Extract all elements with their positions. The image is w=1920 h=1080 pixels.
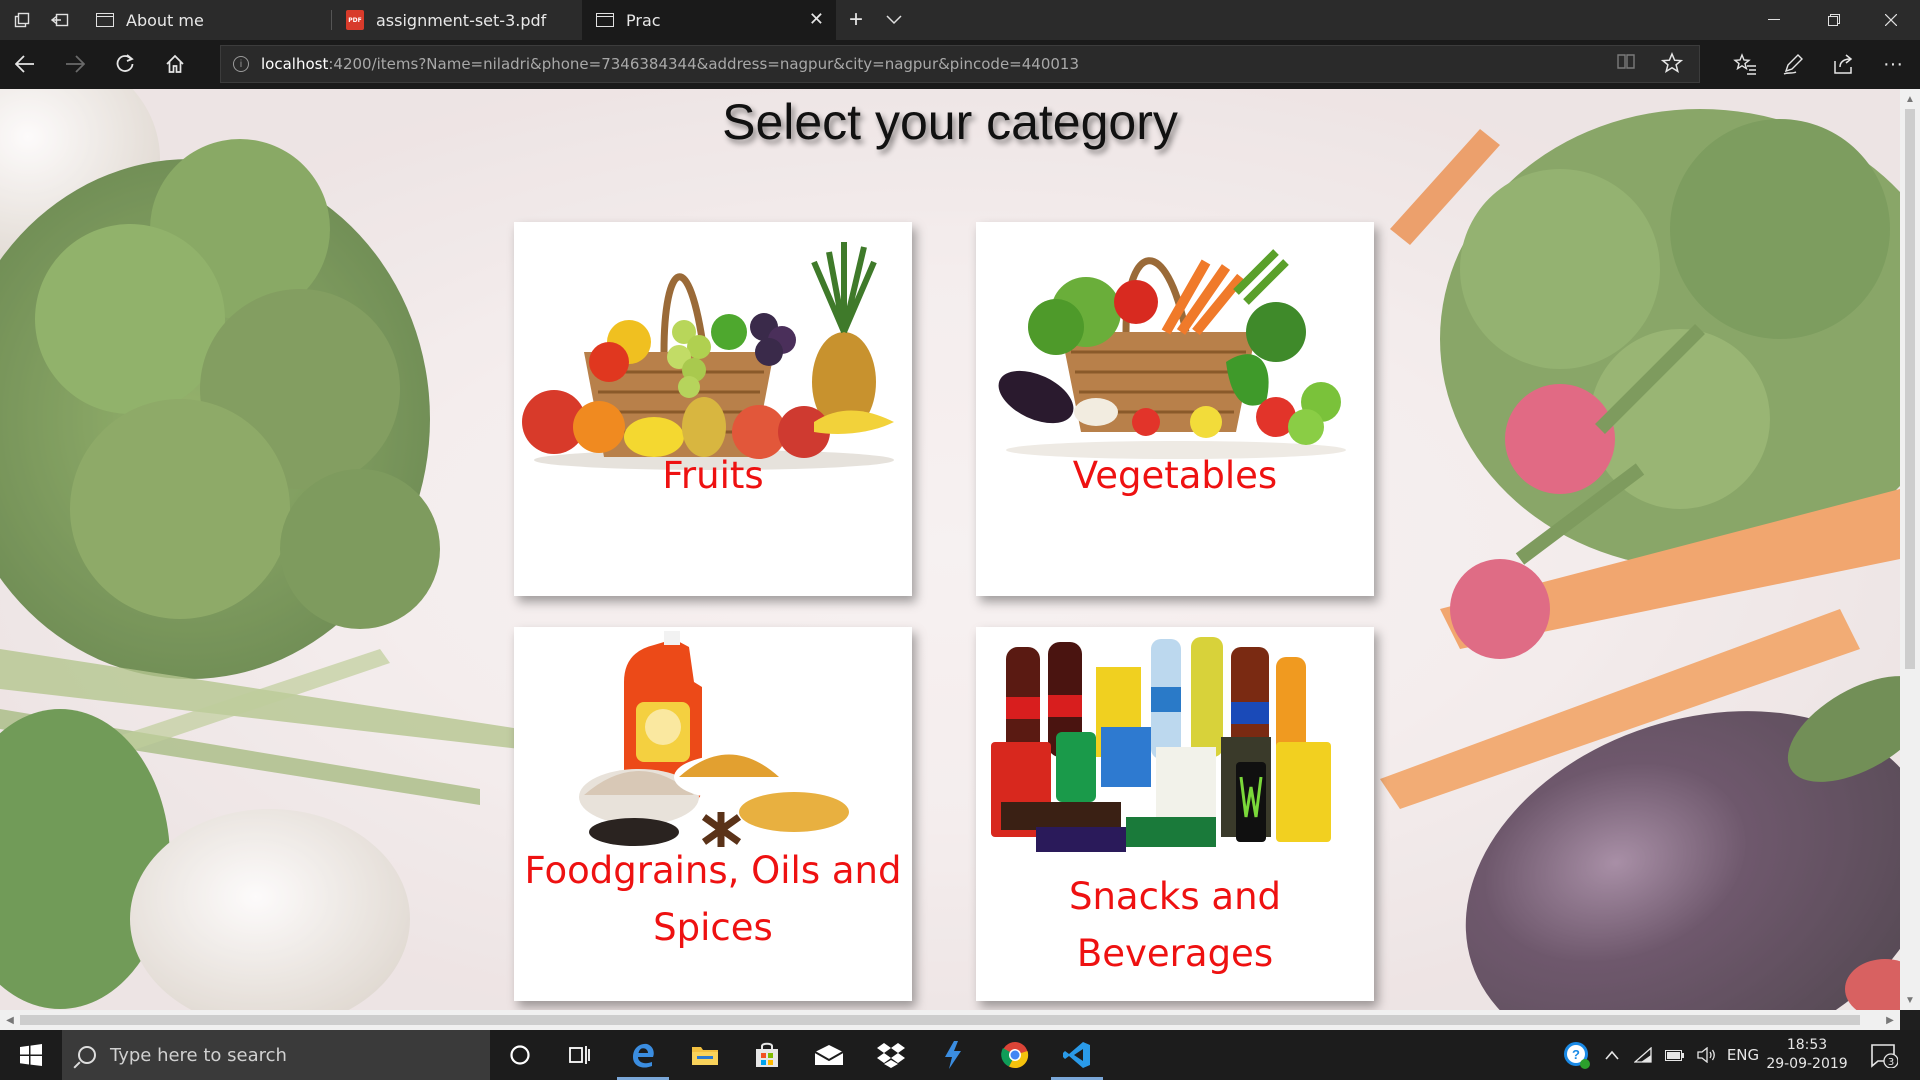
page-viewport: Select your category Fruits Vegetables F… xyxy=(0,89,1900,1010)
pdf-icon: PDF xyxy=(346,10,364,30)
category-label[interactable]: Fruits xyxy=(514,447,912,504)
volume-icon[interactable] xyxy=(1692,1030,1722,1080)
search-placeholder: Type here to search xyxy=(110,1044,287,1066)
category-card-foodgrains[interactable]: Foodgrains, Oils and Spices xyxy=(514,627,912,1001)
back-button[interactable] xyxy=(4,44,46,84)
action-center-icon[interactable]: 3 xyxy=(1864,1030,1904,1080)
browser-tab-bar: About me PDF assignment-set-3.pdf Prac ✕… xyxy=(0,0,1920,40)
task-view-icon[interactable] xyxy=(550,1030,610,1080)
scrollbar-thumb[interactable] xyxy=(1905,109,1915,669)
page-title: Select your category xyxy=(722,94,1178,150)
cortana-icon[interactable] xyxy=(490,1030,550,1080)
svg-text:?: ? xyxy=(1572,1047,1580,1062)
page-icon xyxy=(596,13,614,27)
scrollbar-thumb[interactable] xyxy=(20,1015,1860,1025)
language-indicator[interactable]: ENG xyxy=(1722,1030,1764,1080)
forward-button[interactable] xyxy=(54,44,96,84)
tab-preview-icon[interactable] xyxy=(2,0,42,40)
category-label[interactable]: Foodgrains, Oils and Spices xyxy=(514,842,912,956)
tab-about-me[interactable]: About me xyxy=(82,0,330,40)
clock-time: 18:53 xyxy=(1786,1037,1828,1053)
tab-prac[interactable]: Prac ✕ xyxy=(582,0,836,40)
visual-studio-bolt-icon[interactable] xyxy=(923,1030,983,1080)
notification-count: 3 xyxy=(1888,1057,1894,1068)
tab-title: Prac xyxy=(626,10,661,30)
taskbar-clock[interactable]: 18:53 29-09-2019 xyxy=(1762,1036,1852,1074)
url-text[interactable]: localhost:4200/items?Name=niladri&phone=… xyxy=(261,55,1079,73)
url-host: localhost xyxy=(261,55,329,73)
foodgrains-oil-image xyxy=(579,631,849,847)
category-card-vegetables[interactable]: Vegetables xyxy=(976,222,1374,596)
restore-icon[interactable] xyxy=(1805,0,1863,40)
pen-notes-icon[interactable] xyxy=(1772,44,1814,84)
scroll-left-icon[interactable]: ◀ xyxy=(0,1010,20,1030)
search-icon xyxy=(78,1046,96,1064)
vegetables-background-image xyxy=(0,89,1900,1010)
category-label[interactable]: Snacks and Beverages xyxy=(976,868,1374,982)
file-explorer-icon[interactable] xyxy=(675,1030,735,1080)
start-button[interactable] xyxy=(0,1030,62,1080)
favorite-star-icon[interactable] xyxy=(1660,52,1684,80)
favorites-list-icon[interactable] xyxy=(1724,44,1766,84)
show-hidden-icons-chevron-icon[interactable] xyxy=(1598,1030,1626,1080)
help-icon[interactable]: ? xyxy=(1557,1030,1597,1080)
close-window-icon[interactable] xyxy=(1862,0,1920,40)
set-aside-tabs-icon[interactable] xyxy=(40,0,80,40)
chevron-down-icon[interactable] xyxy=(874,0,914,40)
taskbar-search-box[interactable]: Type here to search xyxy=(62,1030,490,1080)
refresh-button[interactable] xyxy=(104,44,146,84)
tab-title: assignment-set-3.pdf xyxy=(376,10,547,30)
edge-browser-icon[interactable] xyxy=(613,1030,673,1080)
scroll-down-icon[interactable]: ▼ xyxy=(1900,990,1920,1010)
snacks-beverages-image xyxy=(991,637,1331,852)
browser-toolbar: i localhost:4200/items?Name=niladri&phon… xyxy=(0,40,1920,89)
new-tab-icon[interactable]: + xyxy=(836,0,876,40)
close-tab-icon[interactable]: ✕ xyxy=(809,9,824,30)
tab-title: About me xyxy=(126,10,204,30)
vertical-scrollbar[interactable]: ▲ ▼ xyxy=(1900,89,1920,1010)
more-options-icon[interactable]: ··· xyxy=(1872,44,1914,84)
chrome-icon[interactable] xyxy=(985,1030,1045,1080)
windows-logo-icon xyxy=(20,1044,42,1066)
url-path: :4200/items?Name=niladri&phone=734638434… xyxy=(328,55,1080,73)
battery-icon[interactable] xyxy=(1660,1030,1690,1080)
tab-assignment-pdf[interactable]: PDF assignment-set-3.pdf xyxy=(332,0,580,40)
reading-view-icon[interactable] xyxy=(1616,52,1636,76)
address-bar[interactable]: i localhost:4200/items?Name=niladri&phon… xyxy=(220,45,1700,83)
scroll-up-icon[interactable]: ▲ xyxy=(1900,89,1920,109)
info-icon[interactable]: i xyxy=(233,56,249,72)
scroll-right-icon[interactable]: ▶ xyxy=(1880,1010,1900,1030)
mail-icon[interactable] xyxy=(799,1030,859,1080)
store-icon[interactable] xyxy=(737,1030,797,1080)
wifi-icon[interactable] xyxy=(1628,1030,1658,1080)
fruit-basket-image xyxy=(522,242,894,470)
category-label[interactable]: Vegetables xyxy=(976,447,1374,504)
share-icon[interactable] xyxy=(1822,44,1864,84)
vscode-icon[interactable] xyxy=(1047,1030,1107,1080)
home-button[interactable] xyxy=(154,44,196,84)
page-icon xyxy=(96,13,114,27)
clock-date: 29-09-2019 xyxy=(1766,1056,1848,1072)
dropbox-icon[interactable] xyxy=(861,1030,921,1080)
category-card-snacks[interactable]: Snacks and Beverages xyxy=(976,627,1374,1001)
horizontal-scrollbar[interactable]: ◀ ▶ xyxy=(0,1010,1900,1030)
minimize-icon[interactable] xyxy=(1745,0,1803,40)
category-card-fruits[interactable]: Fruits xyxy=(514,222,912,596)
vegetable-basket-image xyxy=(998,249,1346,459)
windows-taskbar: Type here to search ? ENG 18:53 29-09-20… xyxy=(0,1030,1920,1080)
